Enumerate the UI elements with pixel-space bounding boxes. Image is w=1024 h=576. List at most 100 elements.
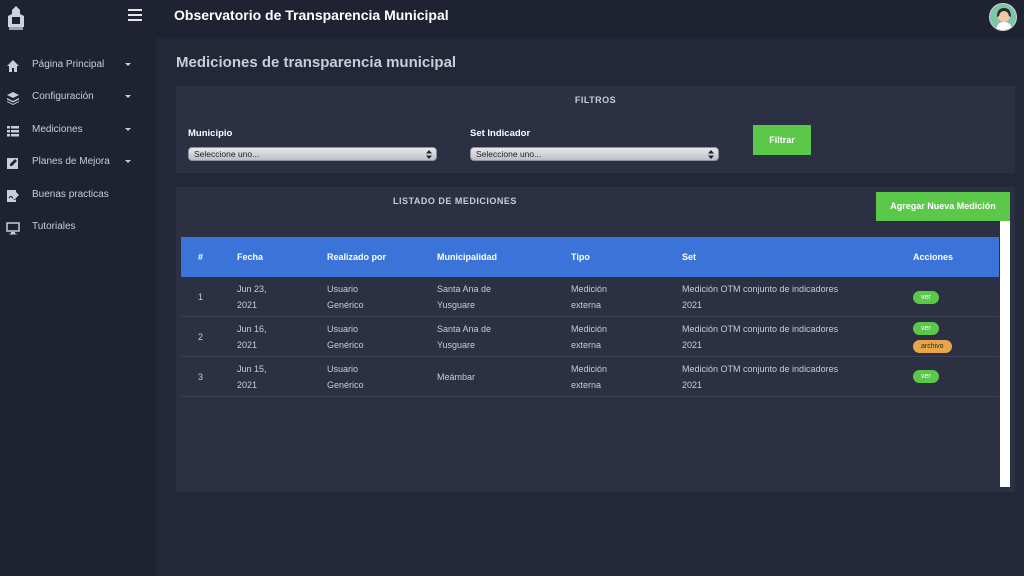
row-realizado-line: Genérico (327, 300, 364, 310)
row-fecha: Jun 23, 2021 (237, 281, 267, 313)
row-tipo: Medición externa (571, 281, 607, 313)
row-municipalidad: Santa Ana de Yusguare (437, 281, 491, 313)
row-set: Medición OTM conjunto de indicadores 202… (682, 361, 838, 393)
set-indicador-label: Set Indicador (470, 128, 531, 139)
row-tipo-line: externa (571, 300, 602, 310)
row-municipalidad-line: Santa Ana de (437, 324, 492, 334)
sidebar: Página Principal Configuración Medicione… (0, 38, 156, 576)
row-realizado-line: Usuario (327, 284, 359, 294)
row-realizado-line: Usuario (327, 364, 359, 374)
filters-card: FILTROS Municipio Seleccione uno... Set … (176, 86, 1015, 173)
row-realizado-line: Usuario (327, 324, 359, 334)
caret-down-icon (125, 160, 131, 163)
column-header-realizado-por: Realizado por (327, 252, 387, 262)
row-tipo-line: Medición (571, 284, 608, 294)
ver-button[interactable]: ver (913, 322, 939, 335)
table-row: 3 Jun 15, 2021 Usuario Genérico Meámbar … (181, 357, 999, 397)
add-medicion-button[interactable]: Agregar Nueva Medición (876, 192, 1010, 221)
row-set-line: Medición OTM conjunto de indicadores (682, 324, 839, 334)
row-fecha-line: Jun 15, (237, 364, 267, 374)
mediciones-list-card: LISTADO DE MEDICIONES Agregar Nueva Medi… (176, 187, 1015, 492)
set-indicador-select-value: Seleccione uno... (476, 149, 542, 159)
select-updown-icon (708, 150, 714, 159)
sidebar-item-buenas-practicas[interactable]: Buenas practicas (0, 181, 156, 211)
row-municipalidad-line: Yusguare (437, 340, 476, 350)
column-header-fecha: Fecha (237, 252, 264, 262)
table-row: 1 Jun 23, 2021 Usuario Genérico Santa An… (181, 277, 999, 317)
row-fecha: Jun 16, 2021 (237, 321, 267, 353)
row-number: 3 (198, 372, 204, 382)
caret-down-icon (125, 63, 131, 66)
row-tipo: Medición externa (571, 361, 607, 393)
row-set-line: 2021 (682, 340, 703, 350)
table-header: # Fecha Realizado por Municipalidad Tipo… (181, 237, 999, 277)
row-tipo-line: externa (571, 380, 602, 390)
row-tipo-line: Medición (571, 364, 608, 374)
sidebar-item-tutoriales[interactable]: Tutoriales (0, 213, 156, 243)
menu-toggle-icon[interactable] (128, 9, 142, 23)
row-municipalidad-line: Santa Ana de (437, 284, 492, 294)
sidebar-item-pagina-principal[interactable]: Página Principal (0, 51, 156, 81)
row-fecha-line: Jun 16, (237, 324, 267, 334)
caret-down-icon (125, 128, 131, 131)
row-set-line: Medición OTM conjunto de indicadores (682, 284, 839, 294)
filters-title: FILTROS (574, 95, 617, 105)
row-municipalidad-line: Meámbar (437, 372, 476, 382)
table-row: 2 Jun 16, 2021 Usuario Genérico Santa An… (181, 317, 999, 357)
municipio-select[interactable]: Seleccione uno... (188, 147, 437, 161)
row-tipo-line: Medición (571, 324, 608, 334)
edit-icon (7, 158, 18, 169)
list-icon (7, 126, 19, 137)
sidebar-item-label: Mediciones (32, 124, 83, 135)
row-fecha: Jun 15, 2021 (237, 361, 267, 393)
app-title: Observatorio de Transparencia Municipal (174, 7, 449, 23)
row-number: 1 (198, 292, 204, 302)
caret-down-icon (125, 95, 131, 98)
user-avatar[interactable] (989, 3, 1017, 31)
home-icon (7, 60, 19, 72)
row-number: 2 (198, 332, 204, 342)
municipio-label: Municipio (188, 128, 233, 139)
row-realizado-por: Usuario Genérico (327, 361, 364, 393)
row-fecha-line: 2021 (237, 380, 258, 390)
page-title: Mediciones de transparencia municipal (176, 54, 457, 71)
row-tipo-line: externa (571, 340, 602, 350)
row-municipalidad: Meámbar (437, 369, 475, 385)
column-header-set: Set (682, 252, 697, 262)
sidebar-item-label: Planes de Mejora (32, 156, 110, 167)
row-realizado-line: Genérico (327, 340, 364, 350)
list-title: LISTADO DE MEDICIONES (393, 196, 517, 206)
row-realizado-por: Usuario Genérico (327, 321, 364, 353)
row-municipalidad: Santa Ana de Yusguare (437, 321, 491, 353)
table-scrollbar[interactable] (1000, 221, 1010, 487)
layers-icon (7, 92, 19, 105)
set-indicador-select[interactable]: Seleccione uno... (470, 147, 719, 161)
ver-button[interactable]: ver (913, 370, 939, 383)
sidebar-item-label: Configuración (32, 91, 94, 102)
row-set: Medición OTM conjunto de indicadores 202… (682, 281, 838, 313)
avatar-icon (990, 4, 1016, 30)
row-set-line: 2021 (682, 300, 703, 310)
archivo-button[interactable]: archivo (913, 340, 952, 353)
municipal-seal-logo (8, 6, 24, 30)
ver-button[interactable]: ver (913, 291, 939, 304)
row-realizado-line: Genérico (327, 380, 364, 390)
row-set: Medición OTM conjunto de indicadores 202… (682, 321, 838, 353)
sidebar-item-label: Página Principal (32, 59, 105, 70)
column-header-num: # (198, 252, 204, 262)
row-fecha-line: 2021 (237, 340, 258, 350)
sidebar-item-label: Buenas practicas (32, 189, 109, 200)
filtrar-button[interactable]: Filtrar (753, 125, 811, 155)
select-updown-icon (426, 150, 432, 159)
sidebar-item-label: Tutoriales (32, 221, 76, 232)
row-fecha-line: Jun 23, (237, 284, 267, 294)
municipio-select-value: Seleccione uno... (194, 149, 260, 159)
top-bar: Observatorio de Transparencia Municipal (0, 0, 1024, 38)
row-set-line: 2021 (682, 380, 703, 390)
sidebar-item-configuracion[interactable]: Configuración (0, 83, 156, 113)
sidebar-item-planes-de-mejora[interactable]: Planes de Mejora (0, 148, 156, 178)
signature-icon (7, 190, 19, 202)
row-set-line: Medición OTM conjunto de indicadores (682, 364, 839, 374)
column-header-municipalidad: Municipalidad (437, 252, 498, 262)
sidebar-item-mediciones[interactable]: Mediciones (0, 116, 156, 146)
